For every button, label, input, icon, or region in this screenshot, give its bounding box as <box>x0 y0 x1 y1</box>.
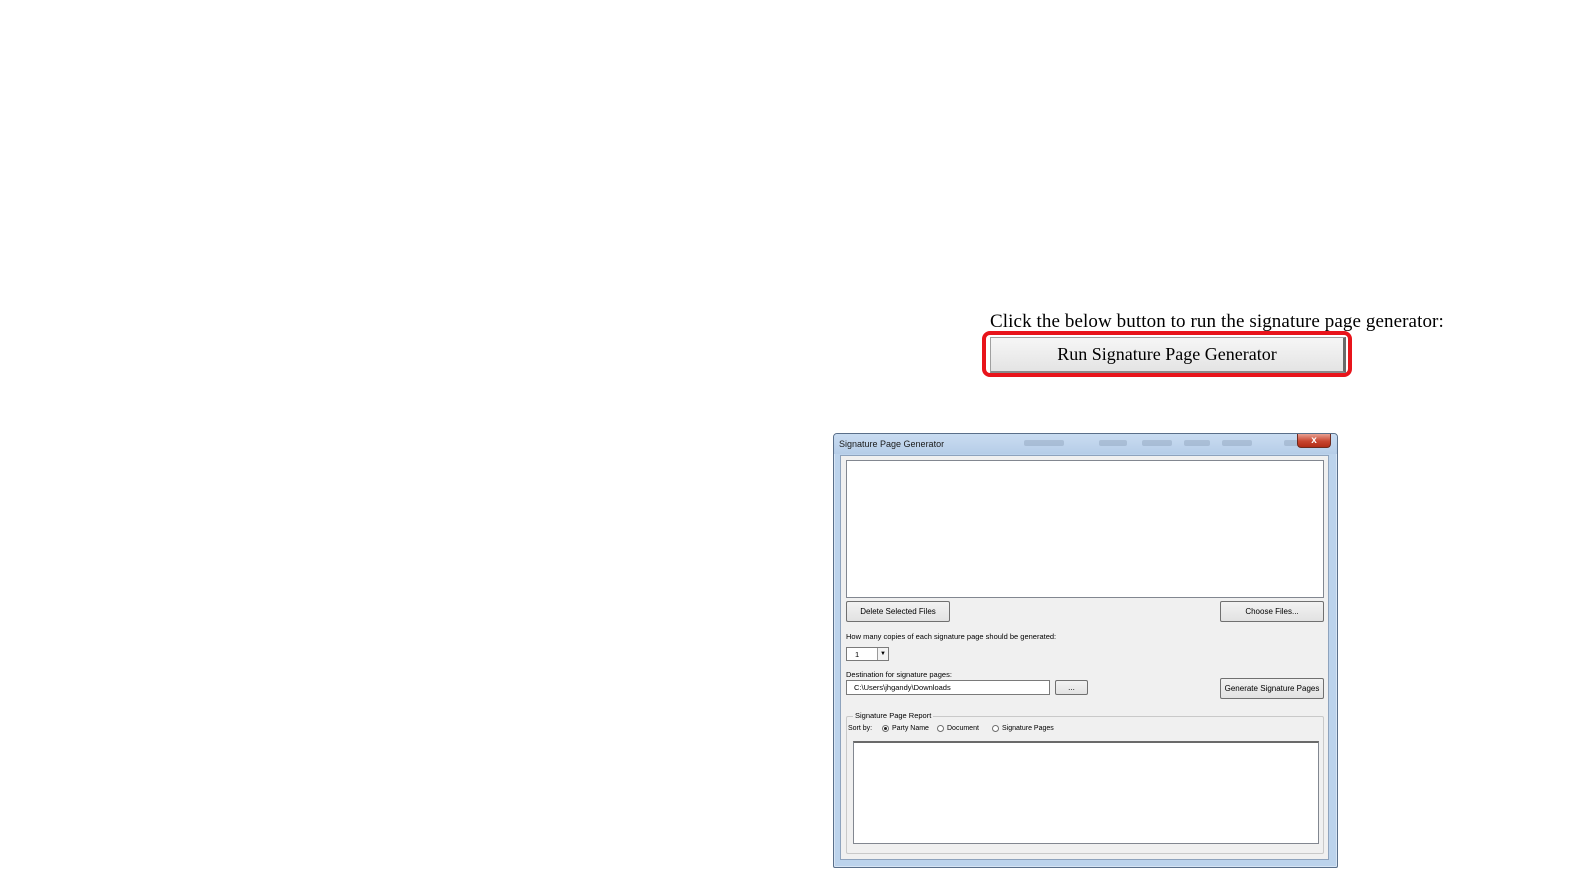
copies-dropdown[interactable]: 1 ▼ <box>846 647 889 661</box>
page: Click the below button to run the signat… <box>0 0 1584 891</box>
report-group-title: Signature Page Report <box>853 711 934 720</box>
destination-path-field[interactable]: C:\Users\jhgandy\Downloads <box>846 680 1050 695</box>
browse-destination-button[interactable]: ... <box>1055 680 1088 695</box>
copies-question-label: How many copies of each signature page s… <box>846 632 1057 641</box>
sort-option-label: Party Name <box>892 725 929 732</box>
run-signature-page-generator-button[interactable]: Run Signature Page Generator <box>990 337 1346 373</box>
sort-by-label: Sort by: <box>848 725 873 732</box>
signature-page-report-group: Signature Page Report Sort by: Party Nam… <box>846 711 1324 854</box>
radio-checked-icon <box>882 725 889 732</box>
chevron-down-icon[interactable]: ▼ <box>877 648 888 660</box>
dialog-titlebar[interactable]: Signature Page Generator x <box>834 434 1337 454</box>
radio-unchecked-icon <box>992 725 999 732</box>
selected-files-list[interactable] <box>846 460 1324 598</box>
sort-party-name-radio[interactable]: Party Name <box>882 725 929 732</box>
signature-page-generator-dialog: Signature Page Generator x Delete Select… <box>833 433 1338 868</box>
sort-option-label: Signature Pages <box>1002 725 1054 732</box>
close-button[interactable]: x <box>1297 434 1331 448</box>
instruction-text: Click the below button to run the signat… <box>990 311 1444 332</box>
delete-selected-files-button[interactable]: Delete Selected Files <box>846 601 950 622</box>
sort-document-radio[interactable]: Document <box>937 725 979 732</box>
choose-files-button[interactable]: Choose Files... <box>1220 601 1324 622</box>
sort-option-label: Document <box>947 725 979 732</box>
dialog-client-area: Delete Selected Files Choose Files... Ho… <box>840 455 1329 860</box>
titlebar-background-ghost <box>1024 438 1304 448</box>
sort-by-row: Sort by: Party Name Document Signature P… <box>848 725 1318 735</box>
sort-signature-pages-radio[interactable]: Signature Pages <box>992 725 1054 732</box>
generate-signature-pages-button[interactable]: Generate Signature Pages <box>1220 678 1324 699</box>
dialog-title: Signature Page Generator <box>839 439 945 449</box>
close-icon: x <box>1311 434 1317 446</box>
copies-value: 1 <box>855 650 860 659</box>
radio-unchecked-icon <box>937 725 944 732</box>
signature-page-report-area[interactable] <box>853 741 1319 844</box>
destination-label: Destination for signature pages: <box>846 670 952 679</box>
